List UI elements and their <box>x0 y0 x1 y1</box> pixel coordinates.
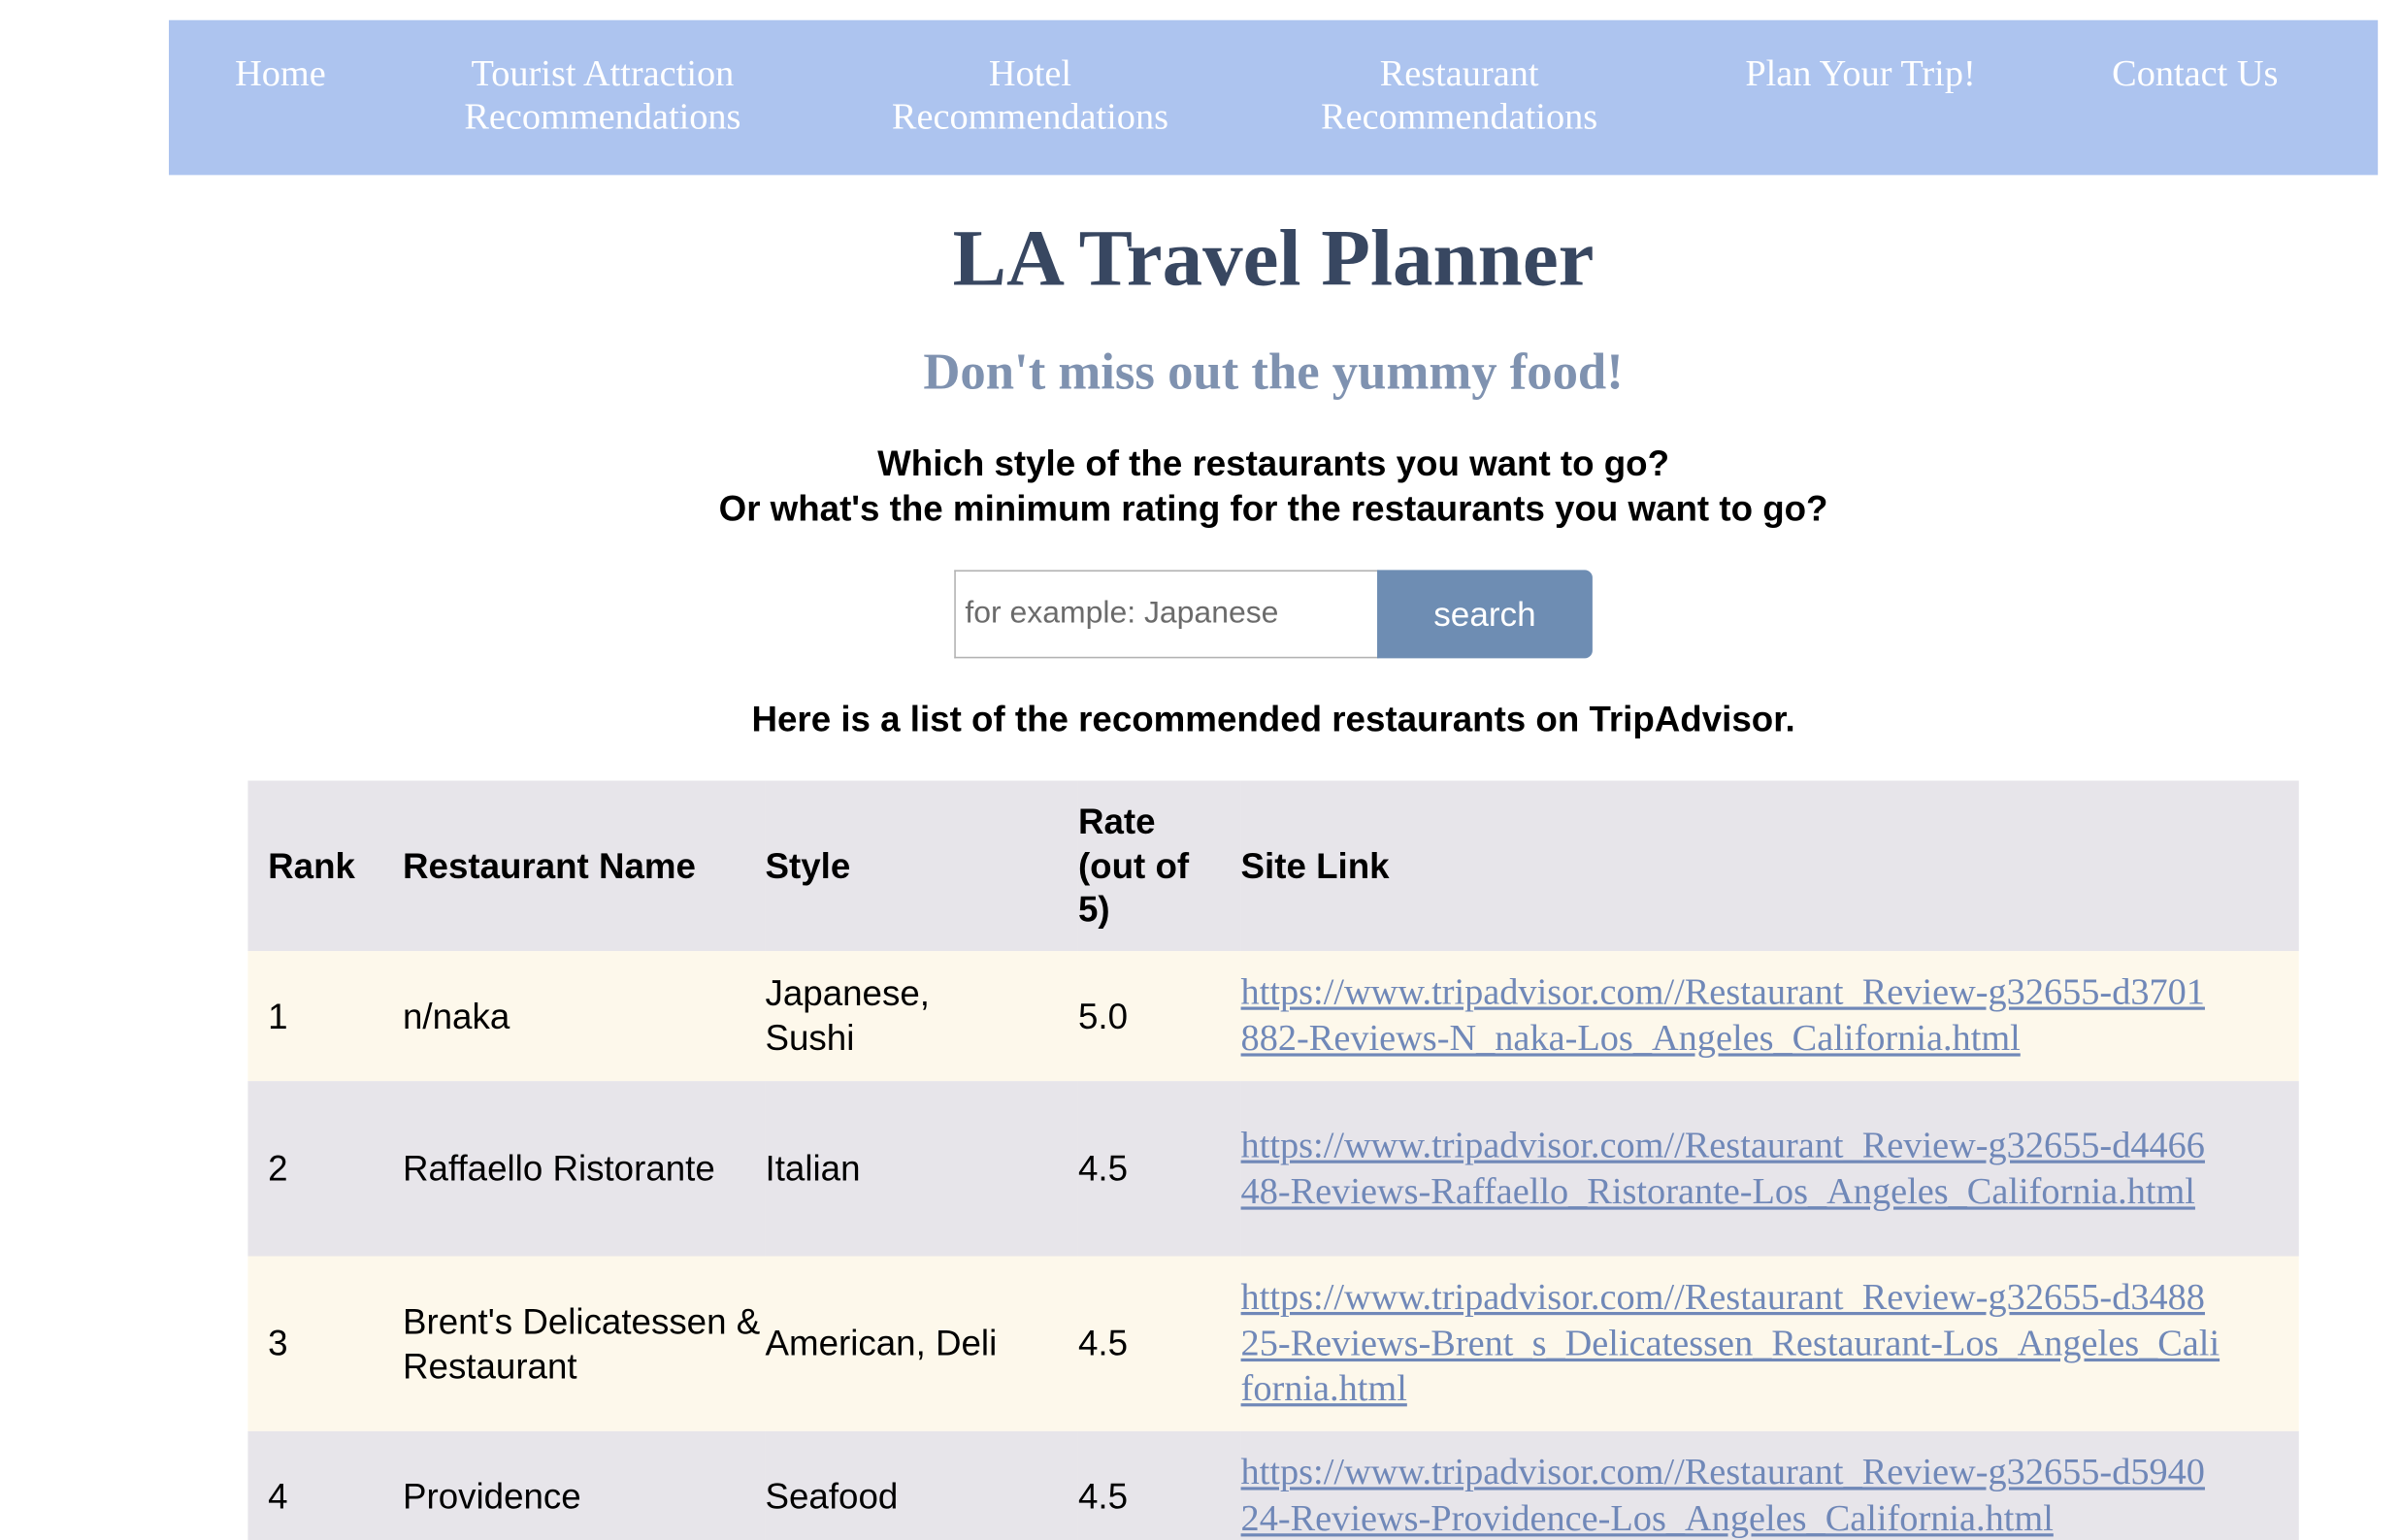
cell-name: Raffaello Ristorante <box>403 1148 715 1189</box>
nav-restaurant-recommendations[interactable]: Restaurant Recommendations <box>1299 52 1621 139</box>
table-row: 3 Brent's Delicatessen & Restaurant Amer… <box>247 1256 2299 1431</box>
restaurant-table: Rank Restaurant Name Style Rate (out of … <box>247 780 2299 1540</box>
column-header-name: Restaurant Name <box>403 844 696 886</box>
nav-hotel-recommendations[interactable]: Hotel Recommendations <box>869 52 1191 139</box>
cell-site-link: https://www.tripadvisor.com//Restaurant_… <box>1241 1431 2299 1540</box>
cell-rank: 4 <box>268 1475 288 1517</box>
column-header-rate: Rate (out of 5) <box>1077 801 1190 931</box>
cell-rank: 1 <box>268 995 288 1036</box>
nav-plan-your-trip[interactable]: Plan Your Trip! <box>1726 52 1995 96</box>
page-subtitle: Don't miss out the yummy food! <box>923 344 1624 402</box>
search-input[interactable] <box>954 570 1379 659</box>
cell-style: American, Deli <box>765 1323 998 1363</box>
restaurant-link[interactable]: https://www.tripadvisor.com//Restaurant_… <box>1241 1454 2205 1540</box>
nav-restaurant-label-2: Recommendations <box>1321 97 1598 139</box>
restaurant-link[interactable]: https://www.tripadvisor.com//Restaurant_… <box>1241 1278 2220 1410</box>
nav-tourist-attractions-label: Tourist Attraction <box>471 53 735 95</box>
results-caption: Here is a list of the recommended restau… <box>751 698 1795 739</box>
search-button[interactable]: search <box>1377 570 1593 659</box>
table-row: 4 Providence Seafood 4.5 https://www.tri… <box>247 1430 2299 1540</box>
cell-site-link: https://www.tripadvisor.com//Restaurant_… <box>1241 951 2299 1081</box>
column-header-rank: Rank <box>268 844 355 886</box>
cell-site-link: https://www.tripadvisor.com//Restaurant_… <box>1241 1081 2299 1256</box>
nav-contact-label: Contact Us <box>2112 53 2279 95</box>
cell-site-link: https://www.tripadvisor.com//Restaurant_… <box>1241 1257 2299 1431</box>
nav-restaurant-label: Restaurant <box>1379 53 1539 95</box>
column-header-style: Style <box>765 844 851 886</box>
search-question-line-2: Or what's the minimum rating for the res… <box>718 487 1828 529</box>
cell-name: Brent's Delicatessen & Restaurant <box>403 1300 761 1386</box>
search-question-line-1: Which style of the restaurants you want … <box>877 442 1670 484</box>
nav-contact-us[interactable]: Contact Us <box>2099 52 2291 96</box>
cell-rate: 4.5 <box>1077 1475 1129 1517</box>
cell-style: Italian <box>765 1148 861 1189</box>
table-row: 2 Raffaello Ristorante Italian 4.5 https… <box>247 1081 2299 1257</box>
cell-rank: 2 <box>268 1148 288 1189</box>
cell-rate: 4.5 <box>1077 1148 1129 1189</box>
page-title: LA Travel Planner <box>952 214 1595 304</box>
nav-plan-trip-label: Plan Your Trip! <box>1745 53 1976 95</box>
cell-style: Japanese, Sushi <box>765 972 930 1059</box>
nav-home[interactable]: Home <box>228 52 334 96</box>
viewport: Home Tourist Attraction Recommendations … <box>0 0 2401 1540</box>
cell-rank: 3 <box>268 1323 288 1363</box>
nav-tourist-attractions-label-2: Recommendations <box>464 97 741 139</box>
table-header-row: Rank Restaurant Name Style Rate (out of … <box>247 780 2299 952</box>
page: Home Tourist Attraction Recommendations … <box>0 0 2401 1540</box>
nav-hotel-label-2: Recommendations <box>891 97 1169 139</box>
column-header-site-link: Site Link <box>1240 844 1390 886</box>
cell-name: Providence <box>403 1475 581 1517</box>
cell-style: Seafood <box>765 1475 899 1517</box>
cell-rate: 4.5 <box>1077 1323 1129 1363</box>
nav-hotel-label: Hotel <box>988 53 1072 95</box>
cell-rate: 5.0 <box>1077 995 1129 1036</box>
nav-tourist-attractions[interactable]: Tourist Attraction Recommendations <box>442 52 764 139</box>
nav-home-label: Home <box>235 53 326 95</box>
top-nav: Home Tourist Attraction Recommendations … <box>168 19 2379 176</box>
cell-name: n/naka <box>403 995 510 1036</box>
restaurant-link[interactable]: https://www.tripadvisor.com//Restaurant_… <box>1241 1126 2205 1212</box>
restaurant-link[interactable]: https://www.tripadvisor.com//Restaurant_… <box>1241 973 2205 1060</box>
table-row: 1 n/naka Japanese, Sushi 5.0 https://www… <box>247 951 2299 1082</box>
search-question: Which style of the restaurants you want … <box>0 442 2401 532</box>
